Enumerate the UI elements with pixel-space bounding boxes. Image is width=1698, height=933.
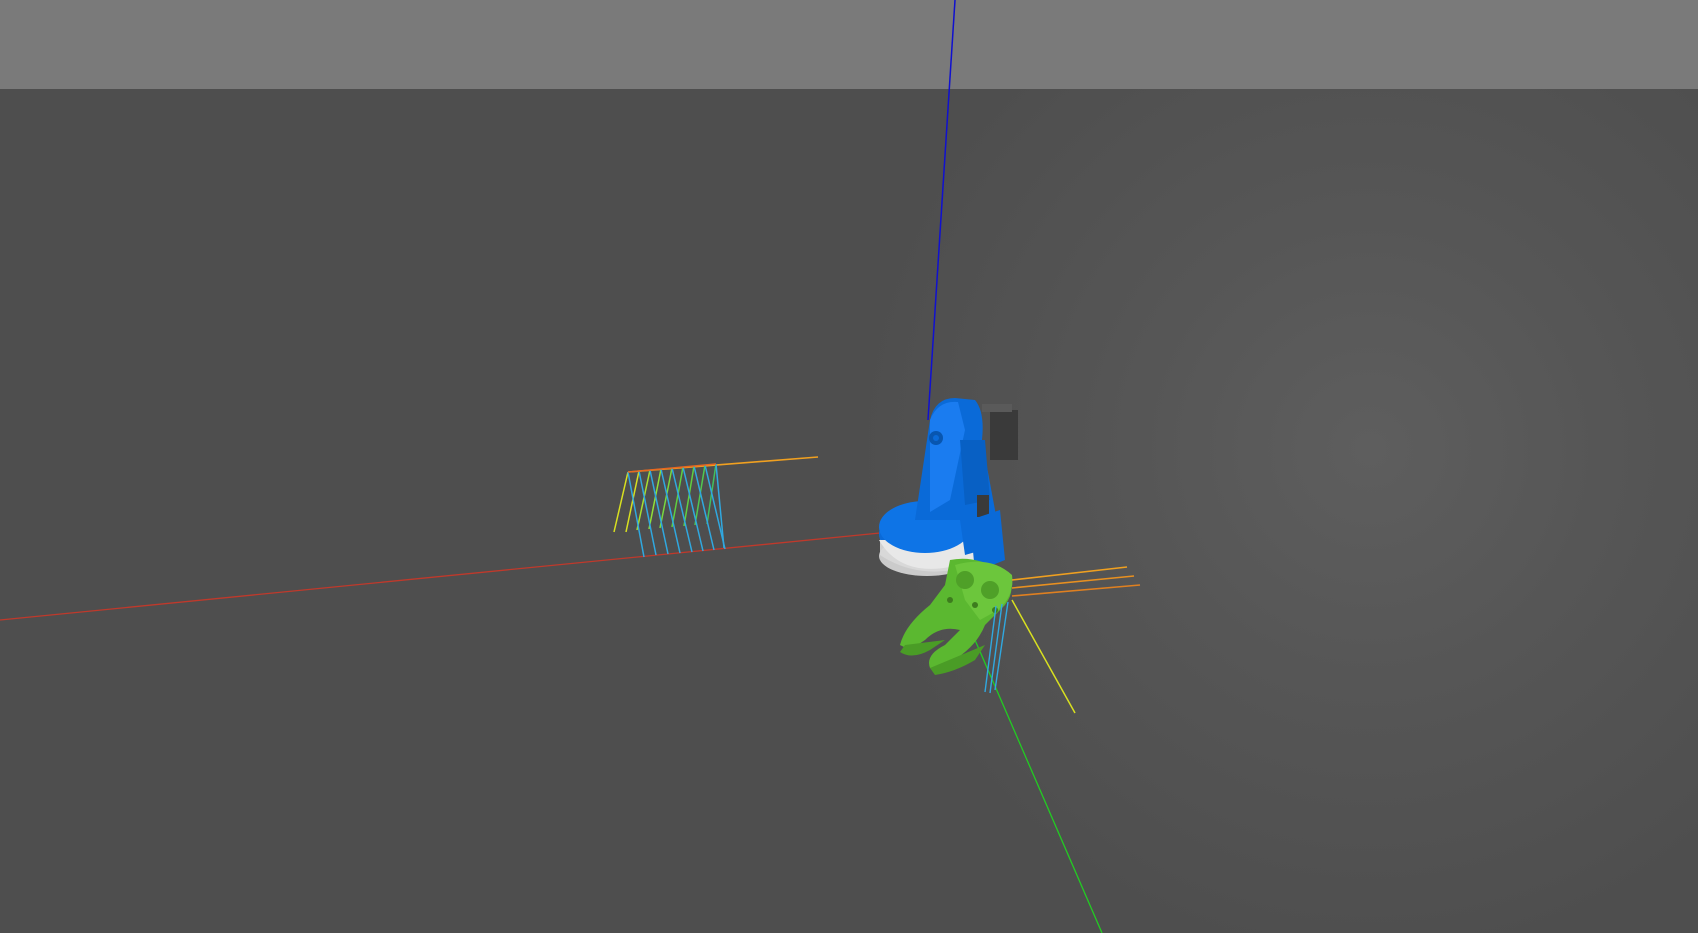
x-axis-line — [0, 532, 881, 621]
z-axis-line — [927, 0, 956, 421]
scene-canvas — [0, 0, 1141, 933]
y-axis-line — [974, 639, 1103, 933]
3d-viewport[interactable] — [0, 0, 1698, 933]
motor-block — [990, 410, 1018, 460]
gripper[interactable] — [900, 558, 1013, 675]
